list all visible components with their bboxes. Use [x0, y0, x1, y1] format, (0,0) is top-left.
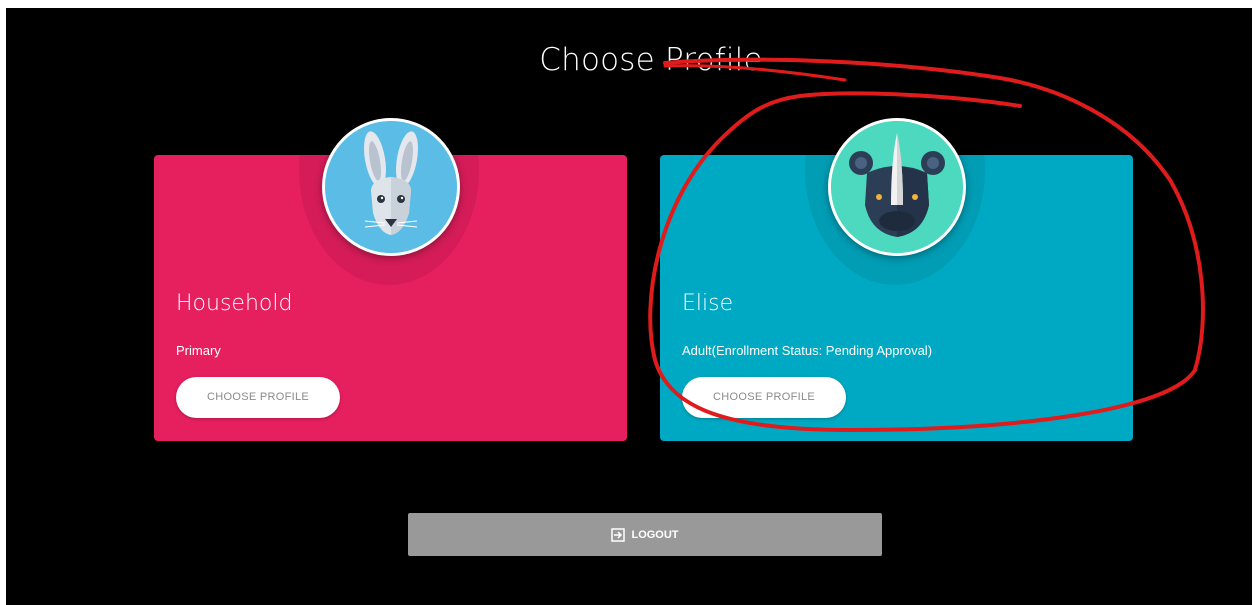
avatar-elise[interactable] — [828, 118, 966, 256]
profile-name: Elise — [682, 291, 734, 316]
profile-name: Household — [176, 291, 293, 316]
page-title: Choose Profile — [539, 42, 763, 78]
choose-profile-button-elise[interactable]: CHOOSE PROFILE — [682, 377, 846, 418]
logout-button[interactable]: LOGOUT — [408, 513, 882, 556]
profile-role: Primary — [176, 343, 221, 358]
logout-label: LOGOUT — [631, 528, 679, 541]
rhino-icon — [831, 121, 963, 253]
app-screen: Choose Profile Household Primary CHOOSE … — [6, 8, 1252, 605]
profile-role: Adult(Enrollment Status: Pending Approva… — [682, 343, 933, 358]
logout-icon — [611, 527, 626, 542]
rabbit-icon — [325, 121, 457, 253]
choose-profile-button-household[interactable]: CHOOSE PROFILE — [176, 377, 340, 418]
avatar-household[interactable] — [322, 118, 460, 256]
